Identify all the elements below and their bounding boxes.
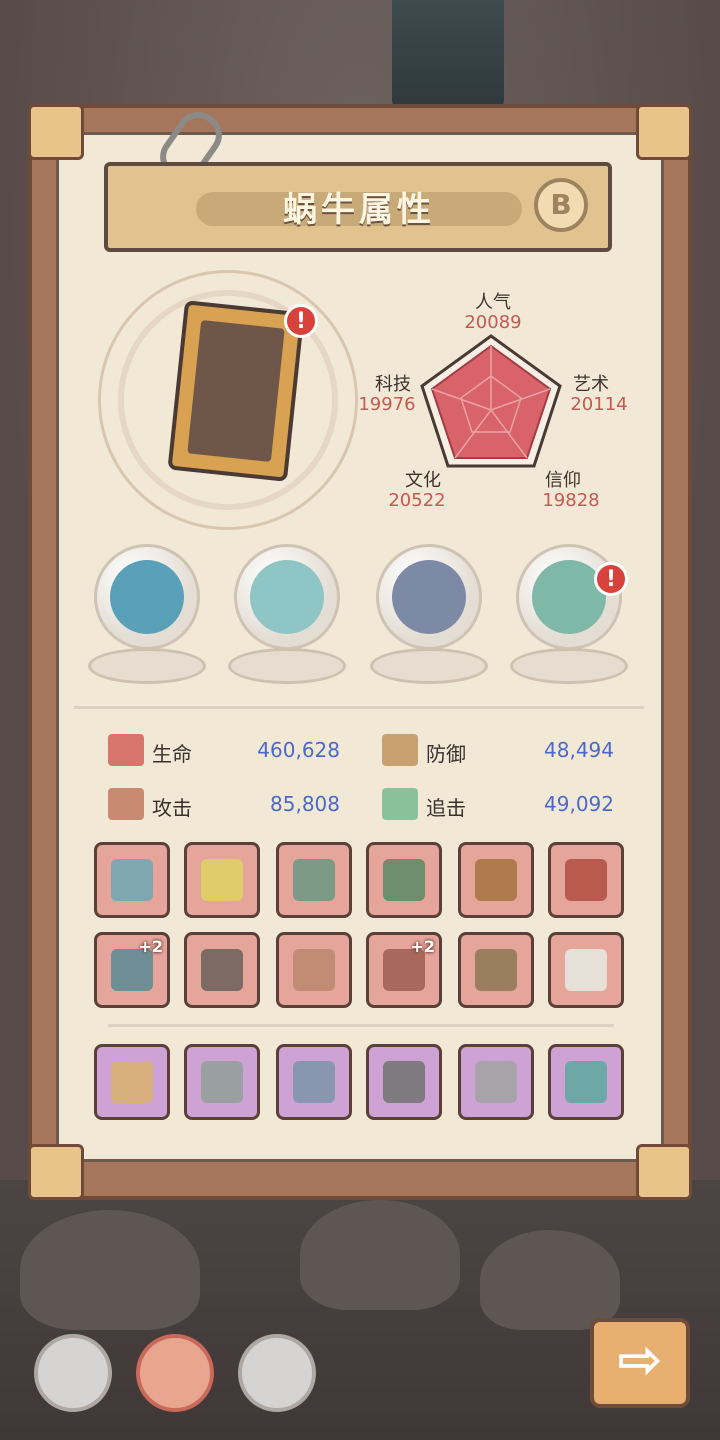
gear-slot[interactable]: [94, 1044, 170, 1120]
globe-base: [370, 648, 488, 684]
gear-slot[interactable]: [184, 932, 260, 1008]
alert-icon: !: [284, 304, 318, 338]
axe-icon: [201, 859, 243, 901]
stat-culture-value: 20522: [388, 490, 446, 511]
stat-tech-value: 19976: [358, 394, 416, 415]
gauntlet-icon: [293, 1061, 335, 1103]
stat-faith-label: 信仰: [545, 470, 581, 491]
trident-icon: [565, 1061, 607, 1103]
attr-atk-value: 85,808: [270, 792, 340, 816]
gear-slot[interactable]: [94, 842, 170, 918]
ring-icon: [475, 949, 517, 991]
attr-hp-label: 生命: [152, 742, 192, 766]
attr-def-label: 防御: [426, 742, 466, 766]
gear-slot[interactable]: [276, 932, 352, 1008]
chest-armor-icon: [201, 949, 243, 991]
lance-icon: [565, 859, 607, 901]
gear-slot[interactable]: [276, 842, 352, 918]
plaid-shirt-icon: [250, 560, 324, 634]
attr-pursuit-value: 49,092: [544, 792, 614, 816]
rock: [300, 1200, 460, 1310]
page-title: 蜗牛属性: [283, 190, 435, 230]
attr-def-value: 48,494: [544, 738, 614, 762]
globe-base: [228, 648, 346, 684]
gear-slot[interactable]: [458, 842, 534, 918]
hammer-icon: [293, 859, 335, 901]
attr-pursuit-label: 追击: [426, 796, 466, 820]
gear-slot[interactable]: [276, 1044, 352, 1120]
gear-slot[interactable]: [184, 842, 260, 918]
tab-pet-button[interactable]: [34, 1334, 112, 1412]
creature-portrait-icon: [187, 319, 285, 463]
defense-icon: [382, 734, 418, 766]
health-icon: [108, 734, 144, 766]
tab-snail-button[interactable]: [136, 1334, 214, 1412]
divider: [74, 706, 644, 709]
stat-faith-value: 19828: [542, 490, 600, 511]
stat-culture-label: 文化: [405, 470, 441, 491]
pursuit-icon: [382, 788, 418, 820]
corner-bracket: [28, 104, 84, 160]
corner-bracket: [636, 1144, 692, 1200]
treasure-chest-icon: [111, 1061, 153, 1103]
gear-slot[interactable]: [548, 842, 624, 918]
compass-icon: [392, 560, 466, 634]
upgrade-level: +2: [410, 937, 435, 956]
robe-icon: [565, 949, 607, 991]
attack-icon: [108, 788, 144, 820]
dragon-staff-icon: [383, 859, 425, 901]
rock: [480, 1230, 620, 1330]
character-card[interactable]: [167, 300, 305, 482]
stat-tech-label: 科技: [375, 374, 411, 395]
rock: [20, 1210, 200, 1330]
gear-slot[interactable]: [184, 1044, 260, 1120]
gear-slot[interactable]: [548, 932, 624, 1008]
sword-icon: [111, 859, 153, 901]
alert-icon: !: [594, 562, 628, 596]
radar-chart: [420, 334, 562, 468]
stat-art-value: 20114: [570, 394, 628, 415]
equipment-slot-relic[interactable]: [88, 544, 206, 694]
corner-bracket: [28, 1144, 84, 1200]
equipment-slot-compass[interactable]: [370, 544, 488, 694]
divider: [108, 1024, 614, 1027]
bone-armor-icon: [475, 1061, 517, 1103]
gear-slot[interactable]: [366, 842, 442, 918]
pagoda-tower: [392, 0, 504, 110]
crossbow-icon: [475, 859, 517, 901]
stat-art-label: 艺术: [573, 374, 609, 395]
gear-slot[interactable]: [458, 1044, 534, 1120]
grade-badge[interactable]: B: [534, 178, 588, 232]
next-button[interactable]: ⇨: [590, 1318, 690, 1408]
gear-slot[interactable]: +2: [366, 932, 442, 1008]
gear-slot[interactable]: [366, 1044, 442, 1120]
corner-bracket: [636, 104, 692, 160]
upgrade-level: +2: [138, 937, 163, 956]
gear-slot[interactable]: [548, 1044, 624, 1120]
gear-slot[interactable]: [458, 932, 534, 1008]
cloak-icon: [293, 949, 335, 991]
tab-machine-button[interactable]: [238, 1334, 316, 1412]
stat-popularity-label: 人气: [475, 292, 511, 313]
gear-slot[interactable]: +2: [94, 932, 170, 1008]
stat-popularity-value: 20089: [464, 312, 522, 333]
globe-base: [88, 648, 206, 684]
globe-base: [510, 648, 628, 684]
scepter-icon: [383, 1061, 425, 1103]
attr-hp-value: 460,628: [257, 738, 340, 762]
monster-jaw-icon: [110, 560, 184, 634]
katana-icon: [201, 1061, 243, 1103]
attr-atk-label: 攻击: [152, 796, 192, 820]
equipment-slot-clothes[interactable]: [228, 544, 346, 694]
